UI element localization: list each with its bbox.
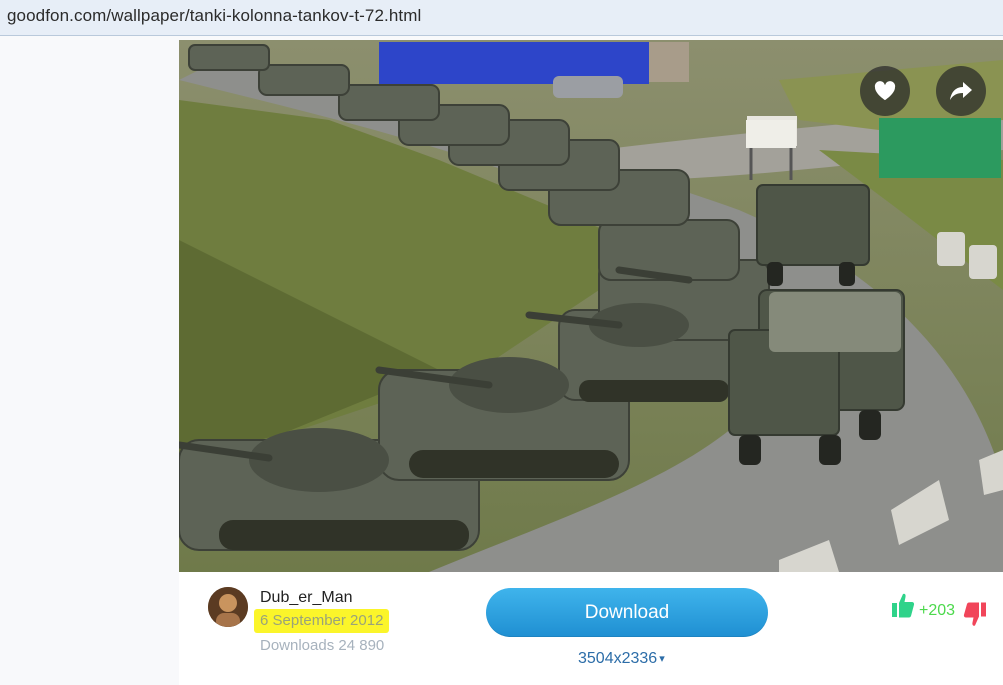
upload-date: 6 September 2012 xyxy=(260,612,384,629)
heart-icon xyxy=(874,81,896,101)
url-text[interactable]: goodfon.com/wallpaper/tanki-kolonna-tank… xyxy=(7,6,421,26)
resolution-value: 3504x2336 xyxy=(578,650,658,667)
download-button[interactable]: Download xyxy=(486,588,768,637)
favorite-button[interactable] xyxy=(860,66,910,116)
tank-column-photo xyxy=(179,40,1003,572)
wallpaper-image[interactable] xyxy=(179,40,1003,572)
share-arrow-icon xyxy=(950,82,972,100)
download-count: Downloads 24 890 xyxy=(260,637,385,654)
like-count: +203 xyxy=(919,602,956,619)
wallpaper-panel: Dub_er_Man 6 September 2012 Downloads 24… xyxy=(179,40,1003,685)
date-highlight: 6 September 2012 xyxy=(254,609,390,633)
dislike-button[interactable] xyxy=(963,601,987,634)
avatar-image xyxy=(208,587,248,627)
address-bar[interactable]: goodfon.com/wallpaper/tanki-kolonna-tank… xyxy=(0,0,1003,36)
thumbs-up-icon xyxy=(892,593,915,618)
thumbs-down-icon xyxy=(963,602,986,626)
like-button[interactable] xyxy=(891,591,915,624)
author-name[interactable]: Dub_er_Man xyxy=(260,589,353,607)
chevron-down-icon: ▾ xyxy=(659,653,665,665)
resolution-selector[interactable]: 3504x2336 ▾ xyxy=(578,650,665,668)
share-button[interactable] xyxy=(936,66,986,116)
author-avatar[interactable] xyxy=(208,587,248,627)
